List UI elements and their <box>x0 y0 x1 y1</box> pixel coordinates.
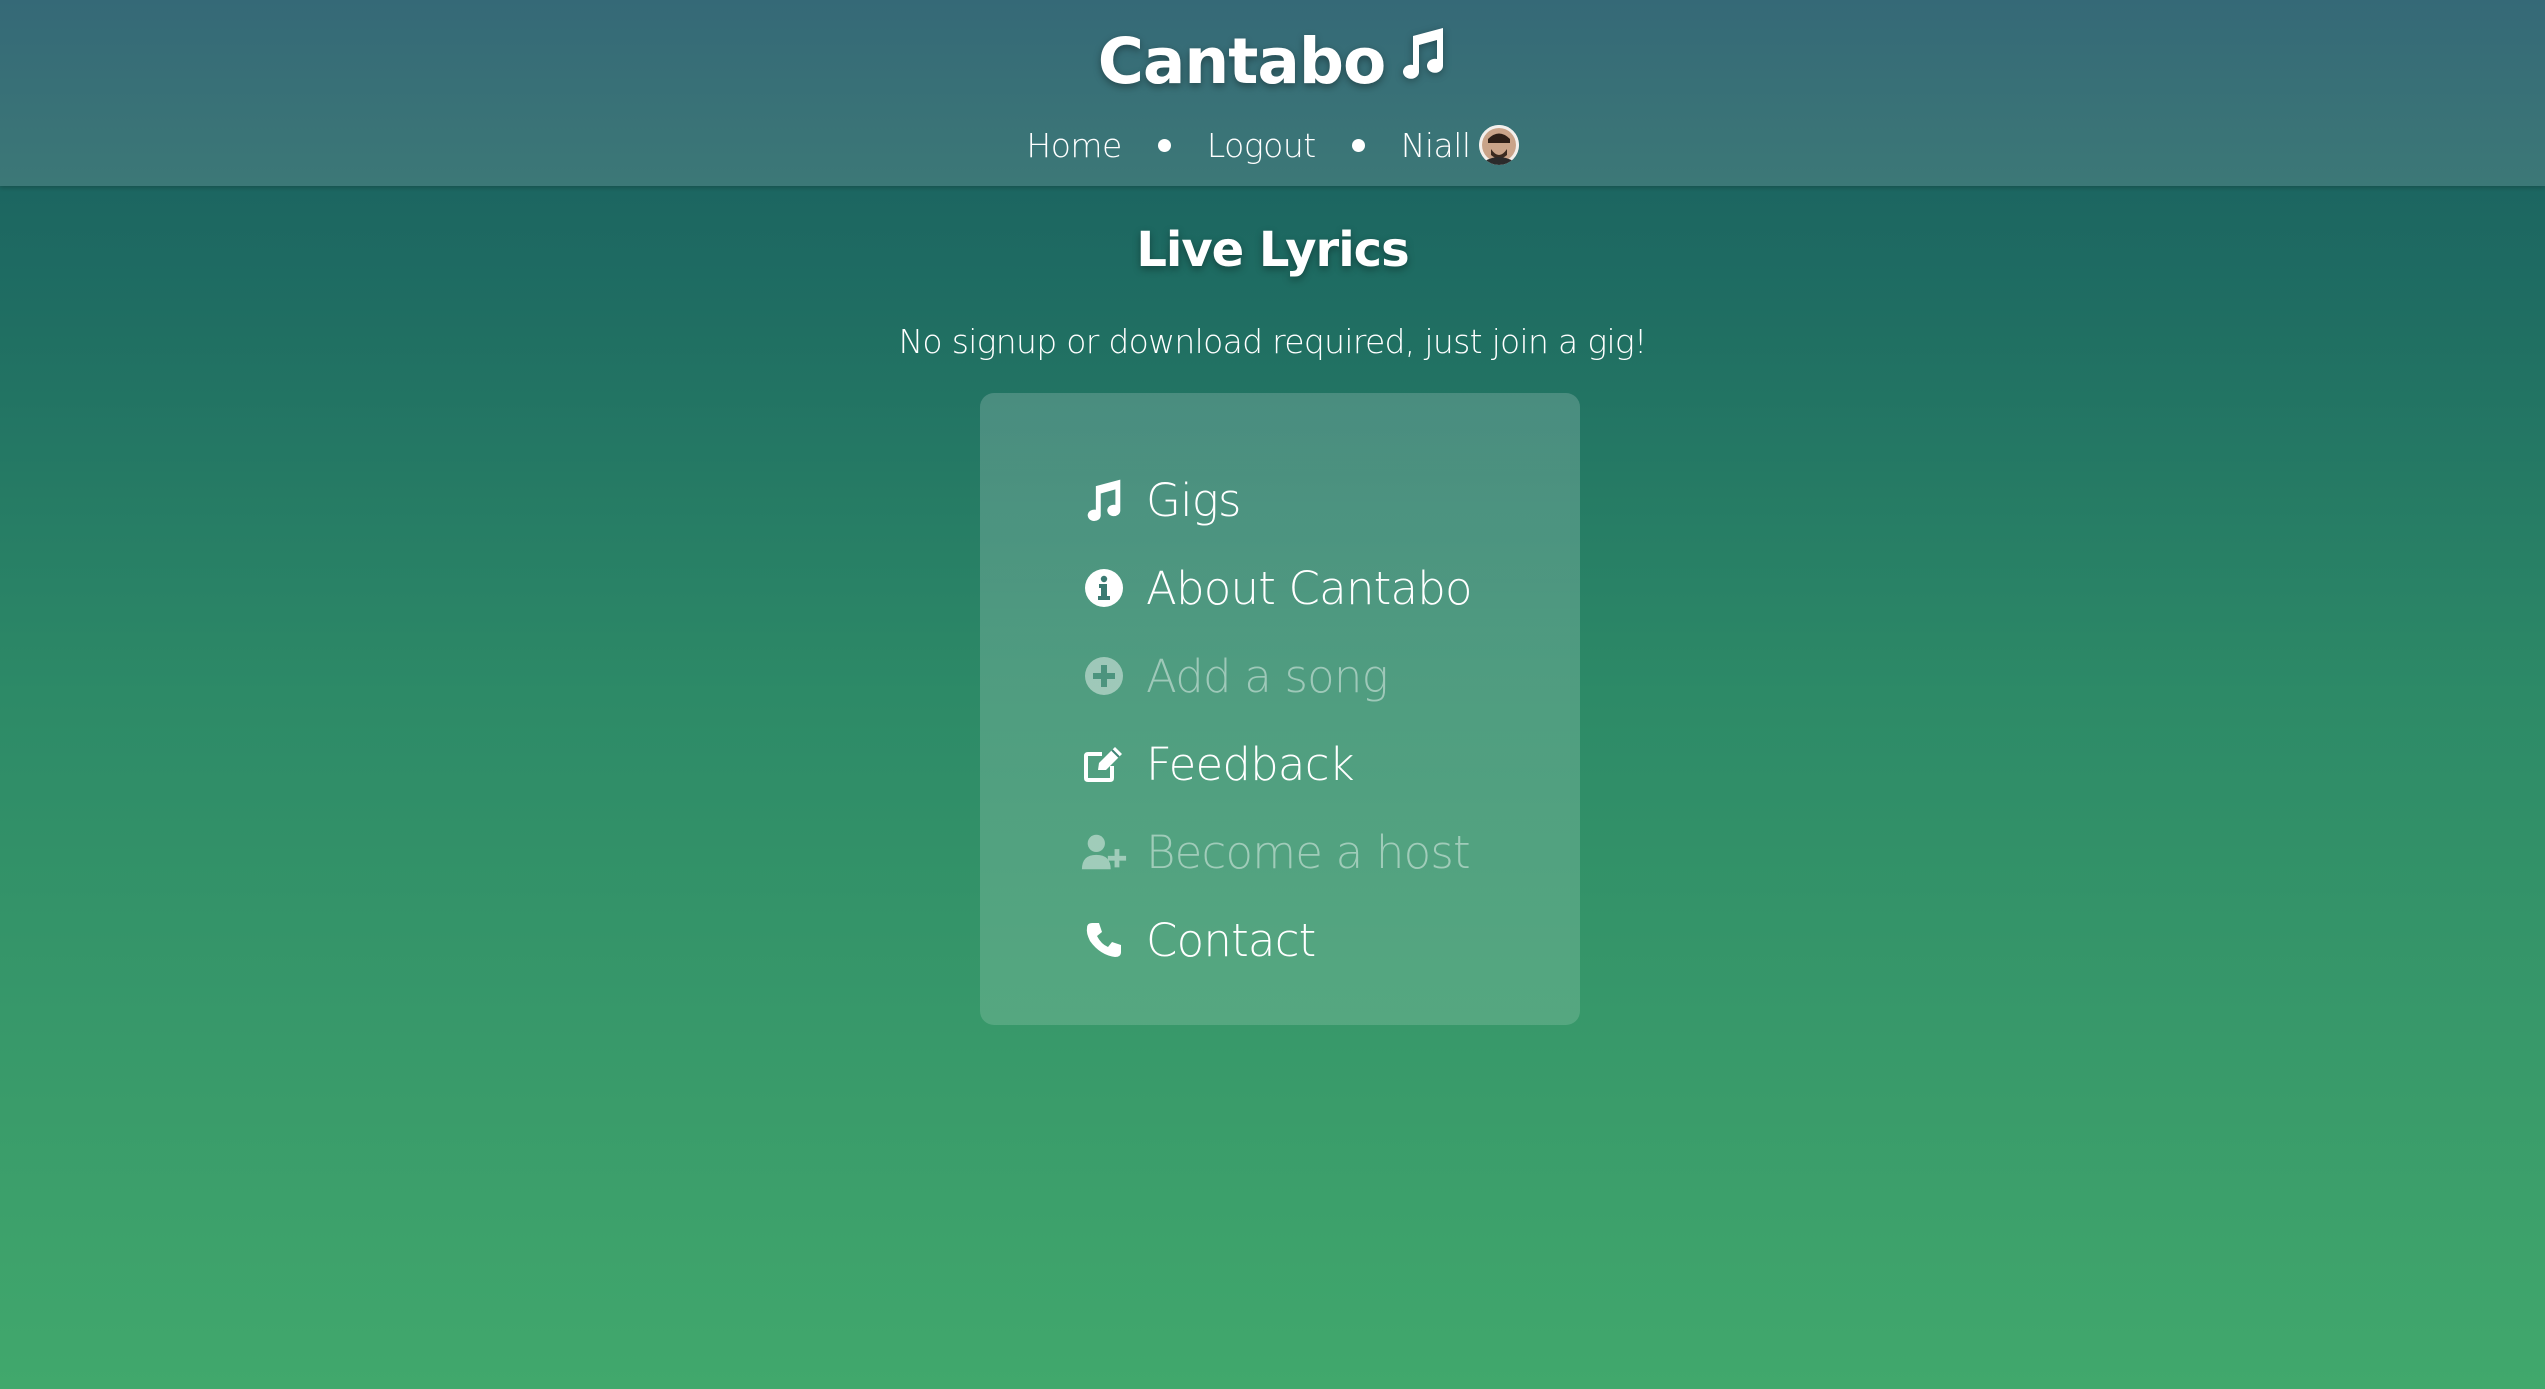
menu-item-add-song[interactable]: Add a song <box>1080 632 1472 720</box>
plus-circle-icon <box>1080 652 1128 700</box>
nav-separator-dot <box>1351 138 1365 152</box>
menu-item-label: About Cantabo <box>1146 561 1473 615</box>
music-note-icon <box>1080 476 1128 524</box>
menu-item-label: Gigs <box>1146 473 1241 527</box>
brand-title[interactable]: Cantabo <box>1098 22 1387 102</box>
user-menu[interactable]: Niall <box>1401 125 1519 165</box>
menu-item-about[interactable]: About Cantabo <box>1080 544 1473 632</box>
user-name[interactable]: Niall <box>1401 126 1471 165</box>
nav-home-link[interactable]: Home <box>1026 126 1122 165</box>
edit-icon <box>1080 740 1128 788</box>
menu-item-feedback[interactable]: Feedback <box>1080 720 1472 808</box>
phone-icon <box>1080 916 1128 964</box>
avatar-image <box>1478 125 1519 165</box>
avatar[interactable] <box>1478 125 1519 165</box>
tagline: No signup or download required, just joi… <box>898 322 1647 361</box>
nav-logout-link[interactable]: Logout <box>1207 126 1316 165</box>
top-nav: Home Logout Niall <box>0 120 2545 170</box>
header: Cantabo Home Logout Niall <box>0 0 2545 186</box>
user-plus-icon <box>1080 828 1128 876</box>
menu-item-contact[interactable]: Contact <box>1080 896 1472 984</box>
menu-item-gigs[interactable]: Gigs <box>1080 456 1472 544</box>
info-circle-icon <box>1080 564 1128 612</box>
menu-item-label: Contact <box>1146 913 1316 967</box>
menu-item-label: Become a host <box>1146 825 1471 879</box>
music-note-icon <box>1403 28 1444 79</box>
menu-item-become-host[interactable]: Become a host <box>1080 808 1472 896</box>
page-title: Live Lyrics <box>1136 222 1409 278</box>
menu-item-label: Feedback <box>1146 737 1355 791</box>
brand[interactable]: Cantabo <box>0 22 2545 102</box>
menu-item-label: Add a song <box>1146 649 1389 703</box>
main-menu: Gigs About Cantabo Add a song Feedback B… <box>1080 456 1473 984</box>
nav-separator-dot <box>1157 138 1171 152</box>
